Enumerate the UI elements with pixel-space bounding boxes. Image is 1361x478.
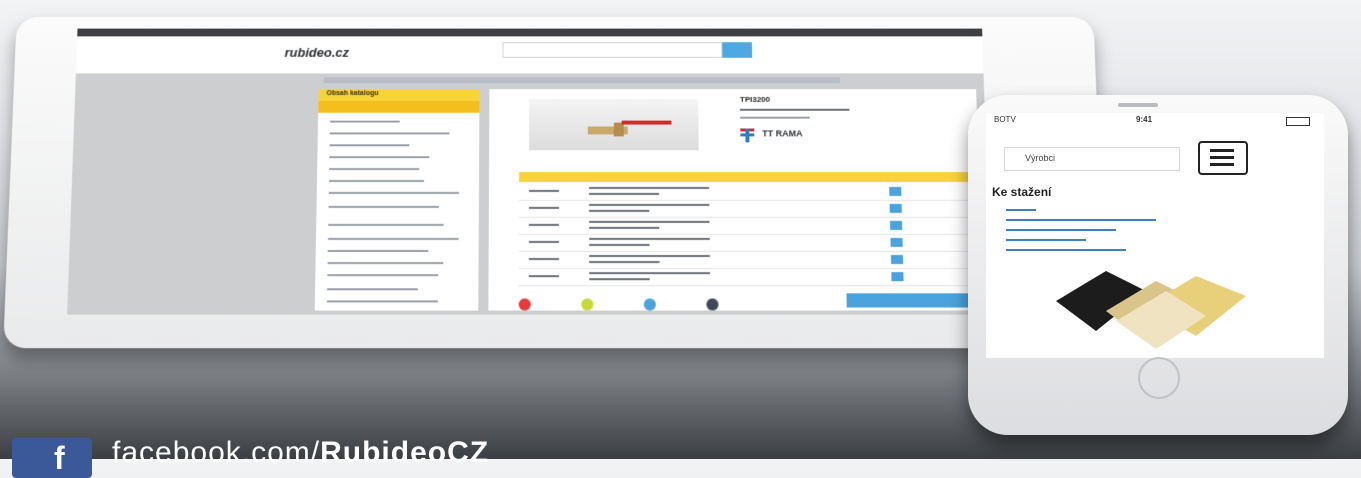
facebook-icon[interactable] <box>12 438 92 478</box>
table-row[interactable] <box>518 200 981 218</box>
menu-icon[interactable] <box>1198 141 1248 175</box>
download-link[interactable] <box>1006 229 1116 231</box>
phone-device: BOTV 9:41 Výrobci Ke stažení <box>968 95 1348 435</box>
nav-dropdown[interactable]: Výrobci <box>1004 147 1180 171</box>
table-header <box>518 172 980 182</box>
product-title: TPI3200 <box>739 95 771 104</box>
add-to-cart-button[interactable] <box>846 293 984 308</box>
search-button[interactable] <box>722 42 753 58</box>
table-row[interactable] <box>518 251 982 270</box>
search-input[interactable] <box>502 42 723 58</box>
sidebar-item[interactable] <box>327 288 418 291</box>
download-link[interactable] <box>1006 209 1036 211</box>
table-row[interactable] <box>518 269 983 287</box>
phone-speaker <box>1118 103 1158 107</box>
red-dot-icon <box>518 298 531 311</box>
sidebar-item[interactable] <box>326 300 438 303</box>
product-desc <box>740 116 810 119</box>
green-dot-icon <box>581 298 594 311</box>
sidebar-item[interactable] <box>329 120 400 123</box>
download-link[interactable] <box>1006 239 1086 241</box>
sidebar-item[interactable] <box>327 237 459 240</box>
phone-screen: BOTV 9:41 Výrobci Ke stažení <box>986 113 1324 358</box>
sidebar-item[interactable] <box>329 156 430 159</box>
dark-dot-icon <box>706 298 719 311</box>
sidebar-item[interactable] <box>327 249 429 252</box>
downloads-heading: Ke stažení <box>992 185 1052 199</box>
sidebar-item[interactable] <box>327 274 439 277</box>
battery-icon <box>1286 117 1310 126</box>
sidebar-header: Obsah katalogu <box>318 89 480 101</box>
sidebar-item[interactable] <box>329 132 450 135</box>
sidebar-item[interactable] <box>328 205 439 208</box>
catalogs-image <box>1056 271 1246 349</box>
category-sidebar: Obsah katalogu <box>314 89 480 311</box>
table-row[interactable] <box>518 217 981 235</box>
breadcrumb <box>323 77 840 84</box>
site-logo[interactable]: rubideo.cz <box>284 45 349 60</box>
table-row[interactable] <box>518 183 980 201</box>
product-panel: TPI3200 TT RAMA <box>488 89 984 311</box>
top-bar <box>77 28 983 37</box>
blue-dot-icon <box>643 298 656 311</box>
home-button[interactable] <box>1138 357 1180 399</box>
tablet-device: rubideo.cz Obsah katalogu TPI3200 TT RAM… <box>3 16 1107 349</box>
sidebar-item[interactable] <box>328 223 444 226</box>
product-image <box>529 98 699 151</box>
sidebar-item-selected[interactable] <box>318 100 480 113</box>
valve-image <box>587 120 672 137</box>
download-link[interactable] <box>1006 249 1126 251</box>
sidebar-item[interactable] <box>328 191 459 194</box>
product-desc <box>739 108 850 111</box>
sidebar-item[interactable] <box>328 180 425 182</box>
sidebar-item[interactable] <box>329 144 410 147</box>
sidebar-item[interactable] <box>327 262 444 265</box>
status-bar: BOTV 9:41 <box>986 115 1324 126</box>
brand-logo: TT RAMA <box>740 127 840 143</box>
download-link[interactable] <box>1006 219 1156 221</box>
table-row[interactable] <box>518 234 982 252</box>
facebook-link[interactable]: facebook.com/RubideoCZ <box>112 436 489 470</box>
tablet-screen: rubideo.cz Obsah katalogu TPI3200 TT RAM… <box>67 28 992 315</box>
sidebar-item[interactable] <box>329 168 420 171</box>
